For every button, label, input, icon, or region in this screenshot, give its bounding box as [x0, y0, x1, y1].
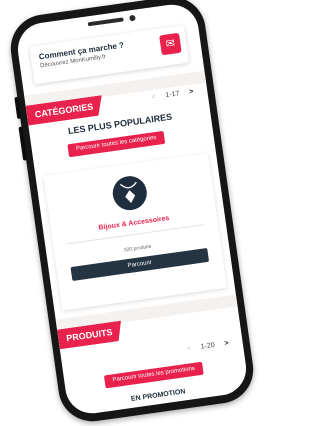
phone-camera — [129, 14, 136, 22]
categories-prev-arrow[interactable]: < — [151, 94, 156, 102]
phone-screen: Comment ça marche ? Découvrez MonKumilly… — [14, 1, 250, 417]
browse-all-promotions-button[interactable]: Parcourir toutes les promotions — [103, 361, 204, 389]
phone-side-button — [14, 96, 22, 120]
necklace-icon — [110, 173, 149, 213]
categories-next-arrow[interactable]: > — [189, 88, 194, 96]
products-prev-arrow[interactable]: < — [186, 345, 191, 353]
categories-pager: < 1-17 > — [151, 88, 194, 101]
categories-page-range: 1-17 — [165, 90, 180, 100]
browse-all-categories-button[interactable]: Parcourir toutes les catégories — [67, 130, 166, 158]
phone-speaker — [87, 17, 124, 27]
phone-volume-button — [18, 126, 28, 161]
on-sale-heading: EN PROMOTION — [130, 388, 186, 403]
chat-bubble-icon[interactable]: ✉ — [159, 32, 182, 56]
category-card[interactable]: Bijoux & Accessoires 320 produits Parcou… — [43, 152, 227, 311]
products-next-arrow[interactable]: > — [224, 340, 229, 348]
phone-mockup: Comment ça marche ? Découvrez MonKumilly… — [6, 0, 258, 426]
products-page-range: 1-20 — [200, 341, 216, 351]
products-pager: < 1-20 > — [186, 340, 229, 353]
